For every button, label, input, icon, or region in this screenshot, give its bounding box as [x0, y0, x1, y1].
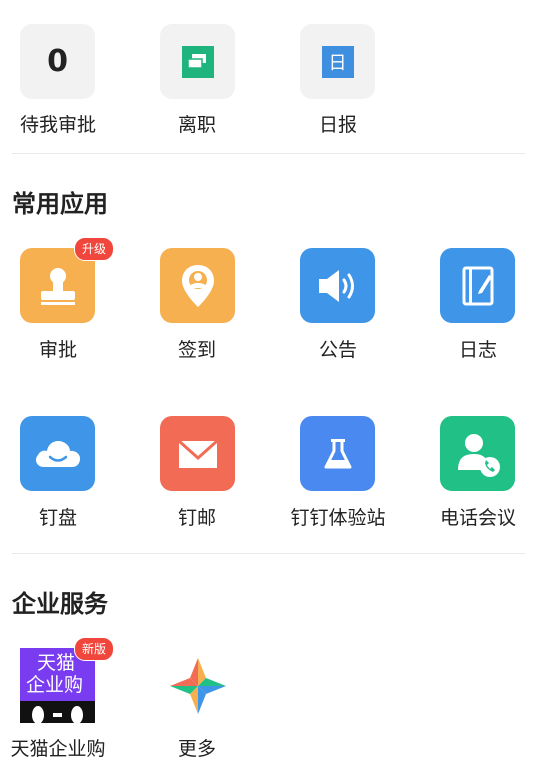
- flask-icon: [324, 438, 351, 468]
- conference-tile[interactable]: [440, 416, 515, 491]
- daily-report-tile[interactable]: 日: [300, 24, 375, 99]
- daily-icon-char: 日: [328, 52, 347, 74]
- mail-icon: [177, 439, 218, 468]
- conference-label: 电话会议: [439, 507, 516, 529]
- checkin-tile[interactable]: [160, 248, 235, 323]
- location-pin-icon: [181, 264, 214, 307]
- cat-face-icon: [20, 701, 95, 723]
- megaphone-icon: [318, 269, 354, 302]
- four-color-star-icon: [169, 657, 226, 714]
- drive-tile[interactable]: [20, 416, 95, 491]
- drive-label: 钉盘: [38, 507, 77, 529]
- mail-tile[interactable]: [160, 416, 235, 491]
- lab-label: 钉钉体验站: [290, 507, 386, 529]
- approval-label: 审批: [38, 339, 77, 361]
- log-label: 日志: [458, 339, 497, 361]
- announcement-tile[interactable]: [300, 248, 375, 323]
- mail-label: 钉邮: [177, 507, 216, 529]
- lab-tile[interactable]: [300, 416, 375, 491]
- pending-approval-label: 待我审批: [19, 114, 96, 136]
- divider-middle: [12, 553, 525, 554]
- announcement-label: 公告: [318, 339, 357, 361]
- chat-icon: [181, 45, 214, 78]
- common-apps-title: 常用应用: [12, 190, 108, 218]
- checkin-label: 签到: [177, 339, 216, 361]
- tmall-logo-line1: 天猫: [37, 652, 76, 674]
- upgrade-badge: 升级: [74, 237, 115, 261]
- more-tile[interactable]: [160, 648, 235, 723]
- enterprise-title: 企业服务: [12, 590, 108, 618]
- pending-approval-tile[interactable]: 0: [20, 24, 95, 99]
- tmall-logo-line2: 企业购: [26, 674, 84, 696]
- phone-contact-icon: [457, 433, 500, 477]
- log-tile[interactable]: [440, 248, 515, 323]
- stamp-icon: [40, 267, 75, 305]
- divider-top: [12, 153, 525, 154]
- resign-tile[interactable]: [160, 24, 235, 99]
- more-label: 更多: [177, 738, 216, 760]
- daily-report-icon: 日: [321, 45, 354, 78]
- notebook-icon: [462, 266, 493, 305]
- new-version-badge: 新版: [74, 637, 115, 661]
- tmall-label: 天猫企业购: [10, 738, 106, 760]
- resign-label: 离职: [177, 114, 216, 136]
- daily-report-label: 日报: [318, 114, 357, 136]
- cloud-icon: [35, 440, 80, 467]
- pending-count: 0: [47, 44, 68, 79]
